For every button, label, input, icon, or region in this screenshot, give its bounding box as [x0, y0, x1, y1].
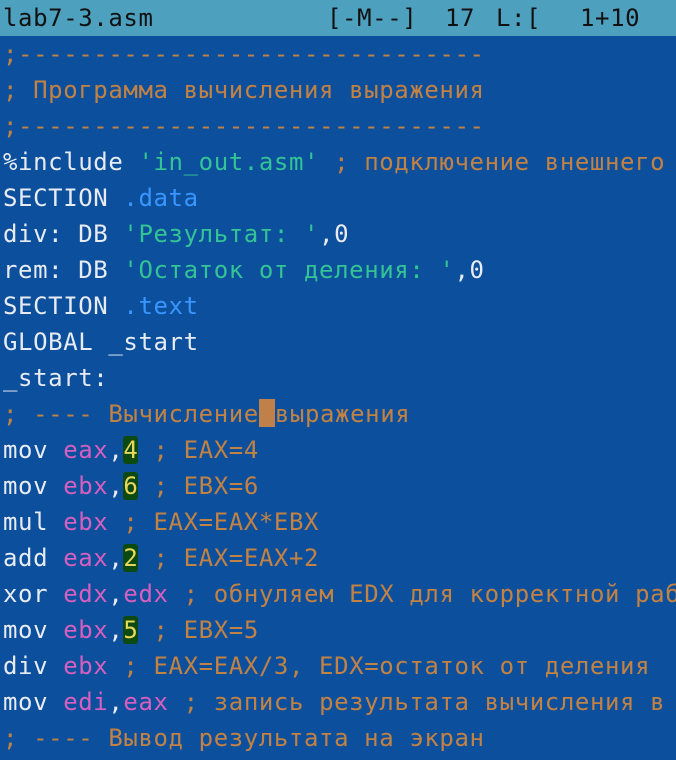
- register: eax: [63, 436, 109, 464]
- label: div: DB: [3, 220, 124, 248]
- code-line: div: DB 'Результат: ',0: [3, 216, 676, 252]
- comment: ; подключение внешнего файла: [334, 148, 666, 176]
- code-line: xor edx,edx ; обнуляем EDX для корректно…: [3, 576, 676, 612]
- comma: ,: [108, 472, 124, 500]
- keyword: SECTION: [3, 184, 124, 212]
- code-line: mov edi,eax ; запись результата вычислен…: [3, 684, 676, 720]
- code-line: SECTION .data: [3, 180, 676, 216]
- code-line: mul ebx ; EAX=EAX*EBX: [3, 504, 676, 540]
- number-literal: 6: [123, 472, 139, 500]
- comment: ; EBX=6: [138, 472, 259, 500]
- string-literal: 'Остаток от деления: ': [123, 256, 455, 284]
- comment: ; EAX=4: [138, 436, 259, 464]
- code-line: ;-------------------------------: [3, 36, 676, 72]
- code-line: mov ebx,6 ; EBX=6: [3, 468, 676, 504]
- code-line: ; Программа вычисления выражения: [3, 72, 676, 108]
- register: ebx: [63, 652, 109, 680]
- comment: ;-------------------------------: [3, 112, 485, 140]
- status-filename: lab7-3.asm: [3, 4, 154, 32]
- status-bar: lab7-3.asm [-M--] 17 L:[ 1+10: [0, 0, 676, 36]
- comment: ; EAX=EAX*EBX: [108, 508, 320, 536]
- comment: ; EAX=EAX/3, EDX=остаток от деления: [108, 652, 651, 680]
- label: rem: DB: [3, 256, 124, 284]
- code-line: div ebx ; EAX=EAX/3, EDX=остаток от деле…: [3, 648, 676, 684]
- code-line: SECTION .text: [3, 288, 676, 324]
- register: edx: [123, 580, 169, 608]
- instruction: mov: [3, 436, 64, 464]
- comment: ; ---- Вычисление: [3, 400, 259, 428]
- number-literal: 4: [123, 436, 139, 464]
- label: _start:: [3, 364, 109, 392]
- number-literal: 5: [123, 616, 139, 644]
- status-column: 17: [445, 4, 476, 32]
- register: edx: [63, 580, 109, 608]
- operand: ,0: [454, 256, 485, 284]
- code-line: add eax,2 ; EAX=EAX+2: [3, 540, 676, 576]
- operand: ,0: [319, 220, 350, 248]
- comment: ; EAX=EAX+2: [138, 544, 320, 572]
- instruction: add: [3, 544, 64, 572]
- comment: ; ---- Вывод результата на экран: [3, 724, 485, 752]
- number-literal: 2: [123, 544, 139, 572]
- code-line: mov eax,4 ; EAX=4: [3, 432, 676, 468]
- register: eax: [123, 688, 169, 716]
- directive: %include: [3, 148, 139, 176]
- code-line: ; ---- Вывод результата на экран: [3, 720, 676, 756]
- section-name: .data: [123, 184, 199, 212]
- code-line: %include 'in_out.asm' ; подключение внеш…: [3, 144, 676, 180]
- editor-window[interactable]: lab7-3.asm [-M--] 17 L:[ 1+10 ;---------…: [0, 0, 676, 760]
- register: ebx: [63, 616, 109, 644]
- register: ebx: [63, 472, 109, 500]
- register: eax: [63, 544, 109, 572]
- statement: GLOBAL _start: [3, 328, 199, 356]
- instruction: xor: [3, 580, 64, 608]
- comment: ; запись результата вычисления в edi: [168, 688, 676, 716]
- section-name: .text: [123, 292, 199, 320]
- comma: ,: [108, 436, 124, 464]
- code-line: _start:: [3, 360, 676, 396]
- comma: ,: [108, 688, 124, 716]
- comma: ,: [108, 544, 124, 572]
- comment: ; обнуляем EDX для корректной работы div: [183, 580, 676, 608]
- comment: ;-------------------------------: [3, 40, 485, 68]
- comma: ,: [108, 616, 124, 644]
- comma: ,: [108, 580, 124, 608]
- keyword: SECTION: [3, 292, 124, 320]
- instruction: div: [3, 652, 64, 680]
- instruction: mul: [3, 508, 64, 536]
- code-line: mov ebx,5 ; EBX=5: [3, 612, 676, 648]
- code-line: ;-------------------------------: [3, 108, 676, 144]
- comment: ; EBX=5: [138, 616, 259, 644]
- instruction: mov: [3, 688, 64, 716]
- string-literal: 'Результат: ': [123, 220, 320, 248]
- instruction: mov: [3, 472, 64, 500]
- instruction: mov: [3, 616, 64, 644]
- string-literal: 'in_out.asm': [138, 148, 320, 176]
- status-line-label: L:[: [496, 4, 542, 32]
- text-cursor: [258, 399, 275, 427]
- comment: ; Программа вычисления выражения: [3, 76, 485, 104]
- code-line: ; ---- Вычисление выражения: [3, 396, 676, 432]
- register: ebx: [63, 508, 109, 536]
- status-mode: [-M--]: [327, 4, 418, 32]
- register: edi: [63, 688, 109, 716]
- comment: выражения: [274, 400, 411, 428]
- code-line: rem: DB 'Остаток от деления: ',0: [3, 252, 676, 288]
- status-position: 1+10: [580, 4, 641, 32]
- code-line: GLOBAL _start: [3, 324, 676, 360]
- code-area[interactable]: ;------------------------------- ; Прогр…: [3, 36, 676, 756]
